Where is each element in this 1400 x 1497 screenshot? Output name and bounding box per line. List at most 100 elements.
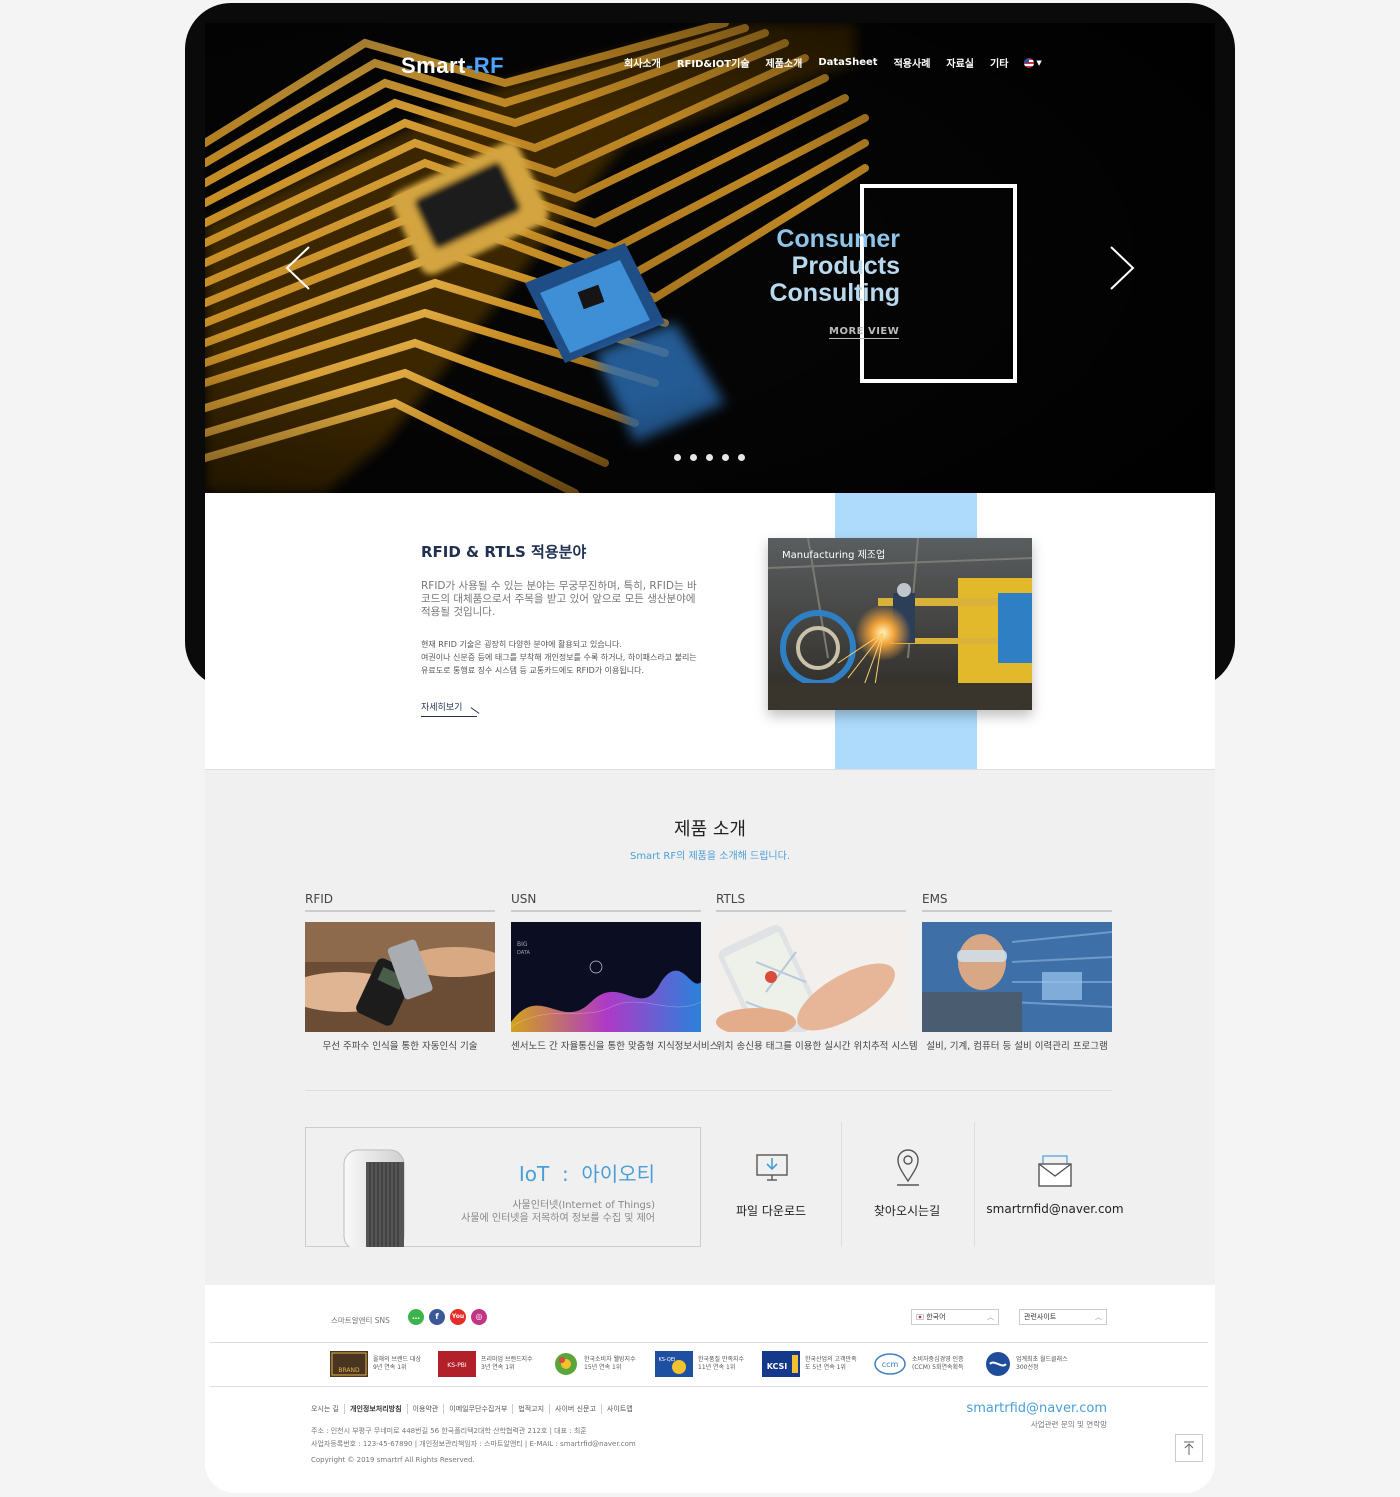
- footer-link-label: 개인정보처리방침: [350, 1405, 402, 1413]
- iot-device-illustration: [343, 1149, 405, 1247]
- location-pin-icon: [897, 1149, 919, 1186]
- file-download-link[interactable]: 파일 다운로드: [711, 1122, 831, 1247]
- award-text: 프리미엄 브랜드지수: [481, 1356, 533, 1363]
- company-address: 주소 : 인천시 부평구 무네미로 448번길 56 한국폴리텍2대학 산학협력…: [311, 1427, 587, 1435]
- card-label: USN: [511, 892, 701, 912]
- detail-line: 여권이나 신분증 등에 태그를 부착해 개인정보를 수록 하거나, 하이패스라고…: [421, 653, 697, 662]
- chevron-up-icon: ︿: [1095, 1313, 1102, 1321]
- envelope-icon: [1038, 1155, 1072, 1187]
- nav-company[interactable]: 회사소개: [624, 55, 661, 70]
- footer-link[interactable]: 법적고지: [512, 1404, 549, 1414]
- more-view-link[interactable]: MORE VIEW: [829, 326, 900, 339]
- hero-title-line: Products: [791, 252, 900, 280]
- world-class-logo: [986, 1352, 1010, 1376]
- kcsi-logo: KCSI: [762, 1351, 800, 1377]
- separator: [974, 1122, 975, 1247]
- footer-link[interactable]: 사이트맵: [600, 1404, 638, 1414]
- nav-datasheet[interactable]: DataSheet: [818, 57, 877, 68]
- section-description: RFID가 사용될 수 있는 분야는 무궁무진하며, 특히, RFID는 바코드…: [421, 580, 697, 618]
- quick-link-label: 찾아오시는길: [873, 1204, 941, 1218]
- location-link[interactable]: 찾아오시는길: [847, 1122, 967, 1247]
- select-value: 관련사이트: [1024, 1313, 1057, 1321]
- card-label: RTLS: [716, 892, 906, 912]
- award-text: 소비자중심경영 인증: [912, 1356, 964, 1363]
- award-text: 도 5년 연속 1위: [805, 1364, 846, 1371]
- business-info: 사업자등록번호 : 123-45-67890 | 개인정보관리책임자 : 스마트…: [311, 1440, 636, 1448]
- nav-products[interactable]: 제품소개: [766, 55, 803, 70]
- slide-dot[interactable]: [706, 454, 713, 461]
- big-data-label: BIG: [517, 941, 528, 948]
- award-item: 한국소비자 웰빙지수 15년 연속 1위: [553, 1351, 640, 1377]
- kr-flag-icon: [916, 1314, 924, 1320]
- instagram-icon[interactable]: ◎: [471, 1309, 487, 1325]
- footer-email-caption: 사업관련 문의 및 연락망: [1030, 1420, 1107, 1429]
- footer-link[interactable]: 오시는 길: [311, 1404, 344, 1414]
- footer: 스마트알앤티 SNS … f You ◎ 한국어 ︿ 관련사이트 ︿ BRAND…: [205, 1285, 1215, 1493]
- footer-link[interactable]: 이용약관: [406, 1404, 444, 1414]
- sns-label: 스마트알앤티 SNS: [331, 1316, 390, 1325]
- select-value: 한국어: [926, 1313, 946, 1321]
- facebook-icon[interactable]: f: [429, 1309, 445, 1325]
- talk-icon[interactable]: …: [408, 1309, 424, 1325]
- main-nav: 회사소개 RFID&IOT기술 제품소개 DataSheet 적용사례 자료실 …: [624, 55, 1042, 70]
- next-slide-arrow-icon[interactable]: [1107, 245, 1137, 291]
- award-text: 한국품질 만족지수: [698, 1356, 745, 1363]
- footer-link[interactable]: 사이버 신문고: [549, 1404, 601, 1414]
- rfid-antenna-photo: [205, 23, 1215, 493]
- divider: [305, 1090, 1112, 1091]
- logo[interactable]: Smart-RF: [401, 53, 504, 79]
- award-badge: KS-PBI: [447, 1362, 467, 1369]
- card-description: 센서노드 간 자율통신을 통한 맞춤형 지식정보서비스: [511, 1041, 719, 1052]
- slide-dot[interactable]: [738, 454, 745, 461]
- hero-title-line: Consulting: [769, 279, 900, 307]
- award-badge: ccm: [882, 1360, 899, 1369]
- products-subtitle: Smart RF의 제품을 소개해 드립니다.: [629, 851, 791, 862]
- award-item: BRAND 올해의 브랜드 대상 9년 연속 1위: [330, 1351, 429, 1377]
- related-sites-select[interactable]: 관련사이트 ︿: [1019, 1309, 1107, 1325]
- slide-dot[interactable]: [690, 454, 697, 461]
- youtube-icon[interactable]: You: [450, 1309, 466, 1325]
- copyright: Copyright © 2019 smartrf All Rights Rese…: [311, 1456, 475, 1464]
- language-select[interactable]: 한국어 ︿: [911, 1309, 999, 1325]
- award-text: (CCM) 5회연속획득: [912, 1364, 964, 1371]
- product-card-usn[interactable]: USN BIG DATA 센서노드 간 자율통신을 통한 맞춤형 지식정보서비스: [511, 892, 719, 1052]
- iot-description: 사물에 인터넷을 저목하여 정보를 수집 및 제어: [461, 1213, 655, 1224]
- language-selector[interactable]: ▼: [1024, 57, 1042, 68]
- slide-dot[interactable]: [722, 454, 729, 461]
- prev-slide-arrow-icon[interactable]: [283, 245, 313, 291]
- footer-email[interactable]: smartrfid@naver.com: [966, 1401, 1107, 1416]
- scroll-to-top-button[interactable]: [1175, 1434, 1203, 1462]
- kspbi-logo: KS-PBI: [438, 1351, 476, 1377]
- download-monitor-icon: [756, 1154, 788, 1181]
- award-item: ccm 소비자중심경영 인증 (CCM) 5회연속획득: [873, 1351, 968, 1377]
- award-text: 11년 연속 1위: [698, 1364, 736, 1371]
- award-text: 300선정: [1016, 1364, 1039, 1371]
- award-badge: BRAND: [338, 1367, 360, 1374]
- hero-title: Consumer Products Consulting: [769, 226, 900, 307]
- email-link[interactable]: smartrnfid@naver.com: [980, 1122, 1130, 1247]
- factory-photo: [768, 538, 1032, 710]
- iot-banner[interactable]: IoT : 아이오티 사물인터넷(Internet of Things) 사물에…: [305, 1127, 701, 1247]
- card-label: RFID: [305, 892, 495, 912]
- manufacturing-image[interactable]: Manufacturing 제조업: [768, 538, 1032, 710]
- brand-award-logo: BRAND: [330, 1351, 368, 1377]
- award-item: KS-PBI 프리미엄 브랜드지수 3년 연속 1위: [438, 1351, 537, 1377]
- award-badge: KCSI: [767, 1362, 788, 1371]
- footer-link-privacy[interactable]: 개인정보처리방침: [344, 1404, 407, 1414]
- nav-cases[interactable]: 적용사례: [894, 55, 931, 70]
- detail-more-link[interactable]: 자세히보기: [421, 700, 477, 717]
- wellbeing-logo: [555, 1353, 577, 1375]
- product-card-rtls[interactable]: RTLS 위치 송신용 태그를 이용한 실시간 위치추적 시스템: [716, 892, 918, 1052]
- nav-etc[interactable]: 기타: [990, 55, 1008, 70]
- slide-dot[interactable]: [674, 454, 681, 461]
- footer-link[interactable]: 이메일무단수집거부: [443, 1404, 512, 1414]
- award-text: 3년 연속 1위: [481, 1364, 515, 1371]
- product-card-rfid[interactable]: RFID 무선 주파수 인식을 통한 자동인식 기술: [305, 892, 495, 1052]
- products-section: 제품 소개 Smart RF의 제품을 소개해 드립니다. RFID 무선 주파…: [205, 769, 1215, 1285]
- product-card-ems[interactable]: EMS 설비, 기계, 컴퓨터 등 설비 이력관리 프로그램: [922, 892, 1112, 1052]
- payment-terminal-photo: [305, 922, 495, 1032]
- iot-heading: IoT : 아이오티: [518, 1162, 655, 1186]
- nav-archive[interactable]: 자료실: [946, 55, 974, 70]
- big-data-graphic: BIG DATA: [511, 922, 701, 1032]
- nav-tech[interactable]: RFID&IOT기술: [677, 55, 750, 70]
